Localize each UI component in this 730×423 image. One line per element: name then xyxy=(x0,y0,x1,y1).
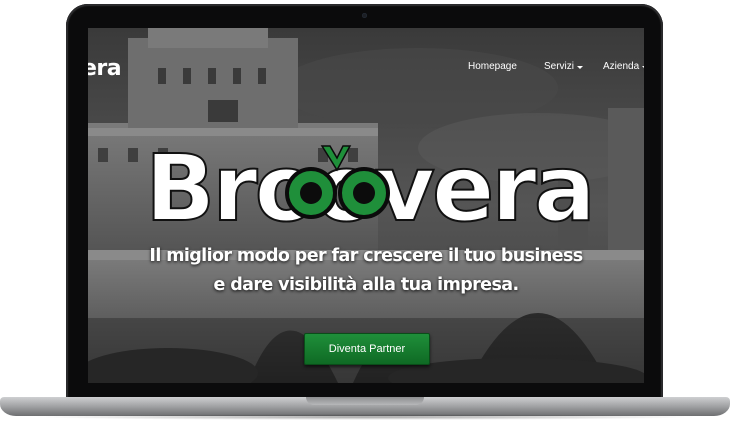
nav-servizi-label: Servizi xyxy=(544,61,575,72)
site-logo-text[interactable]: era xyxy=(88,56,122,81)
nav-servizi[interactable]: Servizi xyxy=(544,61,584,72)
nav-homepage[interactable]: Homepage xyxy=(468,61,517,72)
laptop-notch xyxy=(306,397,424,405)
diventa-partner-button[interactable]: Diventa Partner xyxy=(304,333,430,365)
hero-tagline-line2: e dare visibilità alla tua impresa. xyxy=(213,275,519,295)
camera-icon xyxy=(362,13,367,18)
chevron-down-icon xyxy=(642,65,644,69)
laptop-shadow xyxy=(30,414,700,420)
hero-tagline-line1: Il miglior modo per far crescere il tuo … xyxy=(149,246,583,266)
nav-azienda-label: Azienda xyxy=(603,61,640,72)
nav-azienda[interactable]: Azienda xyxy=(603,61,644,72)
broovera-logo: Broovera xyxy=(144,136,597,236)
nav-homepage-label: Homepage xyxy=(468,61,517,72)
browser-screen: era Homepage Servizi Azienda Broovera Il… xyxy=(88,28,644,383)
chevron-down-icon xyxy=(577,65,584,69)
